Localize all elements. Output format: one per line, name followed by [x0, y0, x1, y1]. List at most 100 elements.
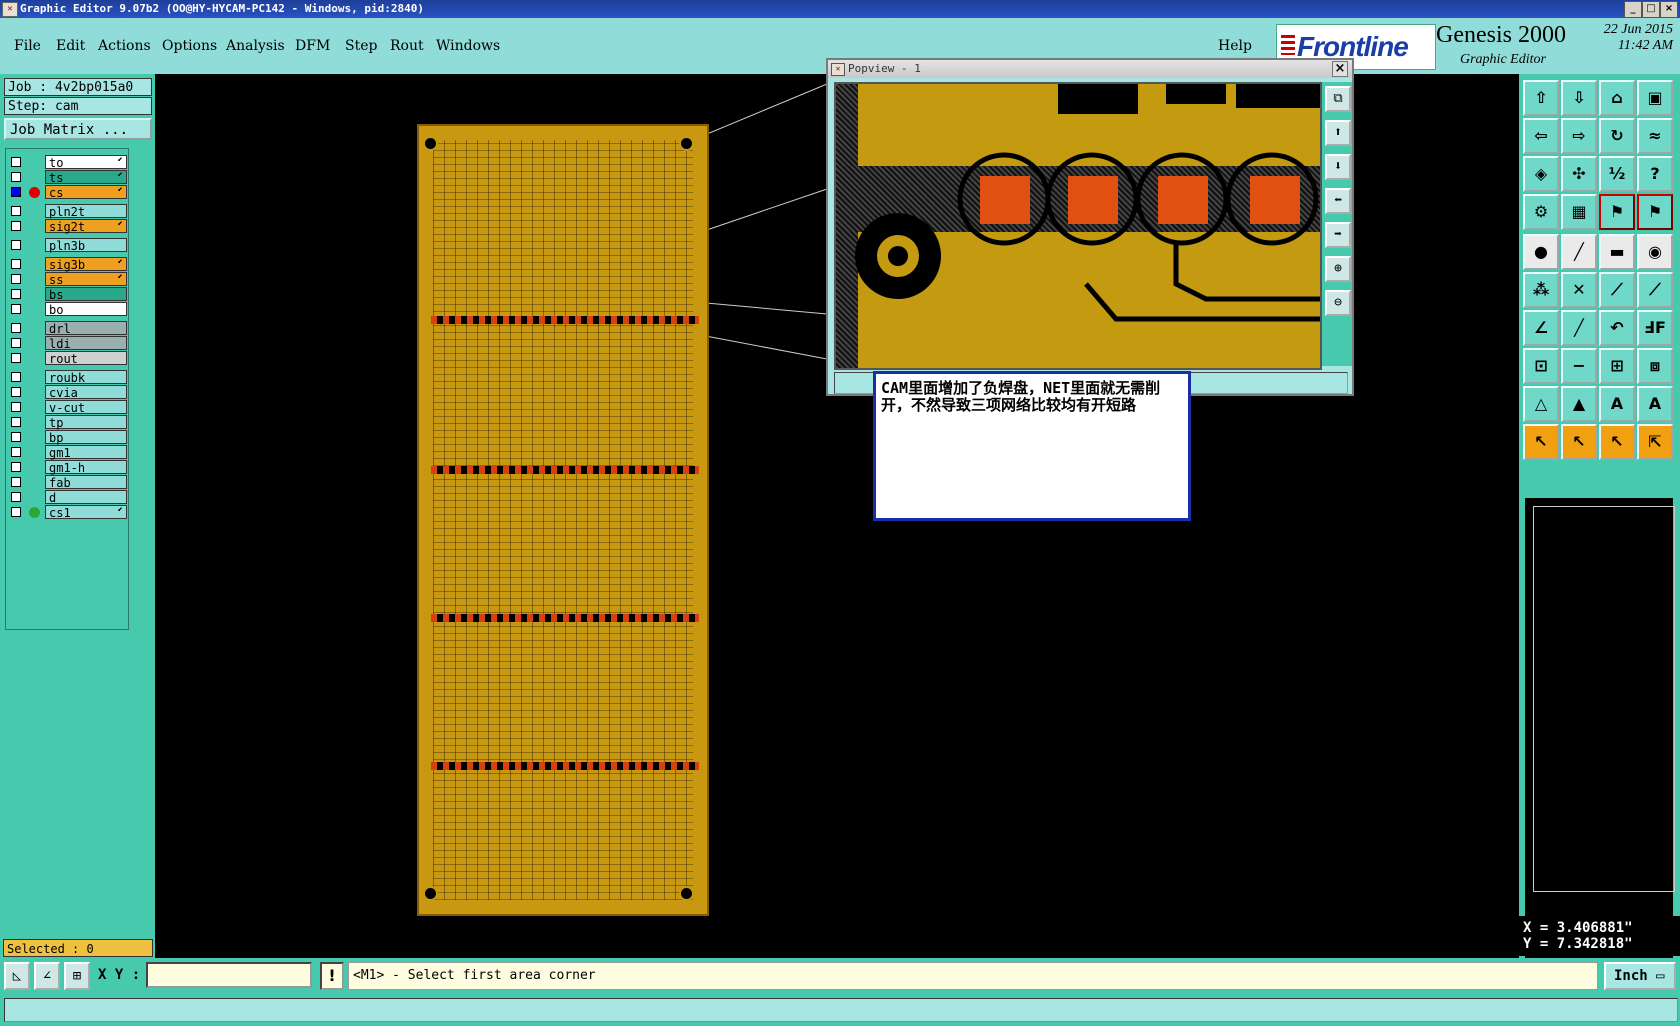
pointer-multi-icon[interactable]: ⇱	[1637, 424, 1673, 460]
layer-checkbox[interactable]	[11, 221, 21, 231]
layer-checkbox[interactable]	[11, 304, 21, 314]
layer-checkbox[interactable]	[11, 240, 21, 250]
layer-checkbox[interactable]	[11, 432, 21, 442]
layer-label[interactable]: pln2t	[45, 204, 127, 219]
draw-line-icon[interactable]: ∠	[34, 962, 60, 990]
minimize-button[interactable]: _	[1624, 1, 1642, 18]
popview-zoom-in-icon[interactable]: ⊕	[1325, 256, 1351, 282]
menu-analysis[interactable]: Analysis	[226, 38, 285, 54]
pan-left-icon[interactable]: ⇦	[1523, 118, 1559, 154]
arc-icon[interactable]: ↶	[1599, 310, 1635, 346]
layer-row-ts[interactable]: ts ⬋	[9, 170, 127, 185]
measure-icon[interactable]: ≈	[1637, 118, 1673, 154]
menu-edit[interactable]: Edit	[56, 38, 85, 54]
pcb-board[interactable]	[417, 124, 709, 916]
exclamation-button[interactable]: !	[320, 962, 344, 990]
layer-checkbox[interactable]	[11, 353, 21, 363]
triangle-icon[interactable]: △	[1523, 386, 1559, 422]
layer-row-ss[interactable]: ss ⬋	[9, 272, 127, 287]
layer-row-sig2t[interactable]: sig2t ⬋	[9, 219, 127, 234]
layer-row-cvia[interactable]: cvia	[9, 385, 127, 400]
popview-zoom-out-icon[interactable]: ⊖	[1325, 290, 1351, 316]
zoom-top-icon[interactable]: ⇧	[1523, 80, 1559, 116]
job-matrix-button[interactable]: Job Matrix ...	[4, 118, 152, 140]
triangle-alt-icon[interactable]: ▲	[1561, 386, 1597, 422]
snap-icon[interactable]: ⚑	[1599, 194, 1635, 230]
layer-checkbox[interactable]	[11, 492, 21, 502]
angle-icon[interactable]: ∠	[1523, 310, 1559, 346]
layer-label[interactable]: tp	[45, 415, 127, 430]
popview-window[interactable]: ✕ Popview - 1 × ⧉ ⬆ ⬇ ⬅ ➡ ⊕ ⊖	[826, 58, 1354, 396]
ruler-icon[interactable]: ▬	[1599, 234, 1635, 270]
pointer-edit-icon[interactable]: ↖	[1599, 424, 1635, 460]
layer-label[interactable]: ss	[45, 272, 127, 287]
layer-row-bp[interactable]: bp	[9, 430, 127, 445]
layer-label[interactable]: cs	[45, 185, 127, 200]
home-icon[interactable]: ⌂	[1599, 80, 1635, 116]
xy-input[interactable]	[146, 962, 312, 988]
layer-label[interactable]: bo	[45, 302, 127, 317]
popview-pan-up-icon[interactable]: ⬆	[1325, 120, 1351, 146]
layer-label[interactable]: gm1-h	[45, 460, 127, 475]
layer-checkbox[interactable]	[11, 402, 21, 412]
select-node-icon[interactable]: ⊡	[1523, 348, 1559, 384]
pan-right-icon[interactable]: ⇨	[1561, 118, 1597, 154]
menu-step[interactable]: Step	[345, 38, 377, 54]
layer-checkbox[interactable]	[11, 259, 21, 269]
layer-row-fab[interactable]: fab	[9, 475, 127, 490]
node-icon[interactable]: ⁂	[1523, 272, 1559, 308]
layer-label[interactable]: ts	[45, 170, 127, 185]
maximize-button[interactable]: □	[1642, 1, 1660, 18]
popview-titlebar[interactable]: ✕ Popview - 1 ×	[828, 60, 1352, 78]
layer-label[interactable]: gm1	[45, 445, 127, 460]
layer-checkbox[interactable]	[11, 274, 21, 284]
layer-row-to[interactable]: to ⬋	[9, 155, 127, 170]
group-icon[interactable]: ⧈	[1637, 348, 1673, 384]
redraw-icon[interactable]: ↻	[1599, 118, 1635, 154]
layer-checkbox[interactable]	[11, 447, 21, 457]
connect-alt-icon[interactable]: ⟋	[1637, 272, 1673, 308]
minus-icon[interactable]: −	[1561, 348, 1597, 384]
layer-label[interactable]: rout	[45, 351, 127, 366]
menu-help[interactable]: Help	[1218, 38, 1252, 54]
layer-label[interactable]: cvia	[45, 385, 127, 400]
layer-label[interactable]: d	[45, 490, 127, 505]
zoom-fit-icon[interactable]: ◈	[1523, 156, 1559, 192]
layer-checkbox[interactable]	[11, 462, 21, 472]
screen-icon[interactable]: ▣	[1637, 80, 1673, 116]
popview-close-button[interactable]: ×	[1332, 61, 1348, 77]
layer-label[interactable]: sig2t	[45, 219, 127, 234]
pointer-icon[interactable]: ↖	[1523, 424, 1559, 460]
layer-row-sig3b[interactable]: sig3b ⬋	[9, 257, 127, 272]
layer-label[interactable]: bp	[45, 430, 127, 445]
layer-label[interactable]: ldi	[45, 336, 127, 351]
layer-row-v-cut[interactable]: v-cut	[9, 400, 127, 415]
cross-icon[interactable]: ✕	[1561, 272, 1597, 308]
layer-checkbox[interactable]	[11, 172, 21, 182]
circle-icon[interactable]: ◉	[1637, 234, 1673, 270]
layer-row-pln3b[interactable]: pln3b	[9, 238, 127, 253]
layer-row-cs[interactable]: cs ⬋	[9, 185, 127, 200]
layer-checkbox[interactable]	[11, 289, 21, 299]
units-selector[interactable]: Inch ▭	[1604, 962, 1676, 990]
popview-pan-left-icon[interactable]: ⬅	[1325, 188, 1351, 214]
text-a-alt-icon[interactable]: A	[1637, 386, 1673, 422]
snap-alt-icon[interactable]: ⚑	[1637, 194, 1673, 230]
layer-checkbox[interactable]	[11, 323, 21, 333]
grid-icon[interactable]: ▦	[1561, 194, 1597, 230]
menu-windows[interactable]: Windows	[436, 38, 500, 54]
fit-icon[interactable]: ⊞	[1599, 348, 1635, 384]
help-icon[interactable]: ?	[1637, 156, 1673, 192]
layer-checkbox[interactable]	[11, 387, 21, 397]
popview-zoom-home-icon[interactable]: ⧉	[1325, 86, 1351, 112]
menu-rout[interactable]: Rout	[390, 38, 424, 54]
grid-mode-icon[interactable]: ⊞	[64, 962, 90, 990]
layer-row-bs[interactable]: bs	[9, 287, 127, 302]
layer-row-bo[interactable]: bo	[9, 302, 127, 317]
layer-label[interactable]: sig3b	[45, 257, 127, 272]
settings-icon[interactable]: ⚙	[1523, 194, 1559, 230]
layer-label[interactable]: roubk	[45, 370, 127, 385]
layer-row-drl[interactable]: drl	[9, 321, 127, 336]
layer-label[interactable]: fab	[45, 475, 127, 490]
draw-mode-icon[interactable]: ◺	[4, 962, 30, 990]
